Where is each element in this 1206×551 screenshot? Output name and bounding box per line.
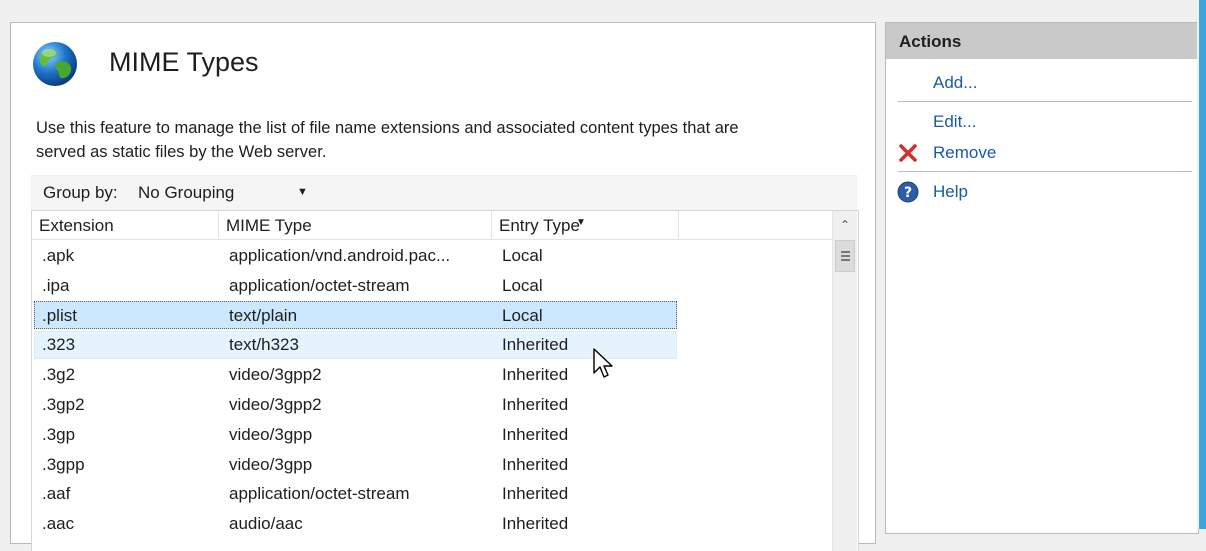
cell-mime-type: application/octet-stream xyxy=(229,275,410,295)
cell-mime-type: application/octet-stream xyxy=(229,484,410,504)
column-header-extension[interactable]: Extension xyxy=(32,211,219,240)
cell-entry-type: Inherited xyxy=(502,424,569,444)
cell-entry-type: Inherited xyxy=(502,335,569,355)
mime-types-table: Extension MIME Type Entry Type ▼ .apk ap… xyxy=(31,210,859,551)
globe-icon xyxy=(33,42,77,86)
cell-extension: .ipa xyxy=(42,275,70,295)
divider xyxy=(898,171,1192,172)
mouse-cursor-icon xyxy=(593,348,613,378)
cell-mime-type: audio/aac xyxy=(229,514,303,534)
table-header: Extension MIME Type Entry Type ▼ xyxy=(32,211,832,240)
cell-mime-type: text/plain xyxy=(229,305,298,325)
scroll-up-icon[interactable]: ⌃ xyxy=(835,215,855,235)
feature-panel: MIME Types Use this feature to manage th… xyxy=(10,22,876,551)
vertical-scrollbar[interactable]: ⌃ xyxy=(832,211,857,551)
description-line-2: served as static files by the Web server… xyxy=(36,143,327,161)
cell-extension: .aaf xyxy=(42,484,71,504)
column-header-label: MIME Type xyxy=(226,216,312,235)
column-header-mime-type[interactable]: MIME Type xyxy=(219,211,492,240)
table-row[interactable]: .aac audio/aac Inherited xyxy=(32,509,832,539)
column-header-entry-type[interactable]: Entry Type ▼ xyxy=(492,211,679,240)
cell-entry-type: Inherited xyxy=(502,454,569,474)
description-line-1: Use this feature to manage the list of f… xyxy=(36,119,739,137)
table-row-selected[interactable]: .plist text/plain Local xyxy=(32,300,832,331)
cell-entry-type: Local xyxy=(502,246,543,265)
column-header-filler xyxy=(679,211,832,240)
column-header-label: Extension xyxy=(39,216,114,235)
help-icon[interactable]: ? xyxy=(897,181,919,203)
table-row[interactable]: .3g2 video/3gpp2 Inherited xyxy=(32,360,832,390)
cell-entry-type: Inherited xyxy=(502,394,569,414)
column-header-label: Entry Type xyxy=(499,216,580,235)
table-row[interactable]: .apk application/vnd.android.pac... Loca… xyxy=(32,241,832,271)
cell-extension: .plist xyxy=(42,305,77,325)
sort-indicator-icon: ▼ xyxy=(576,217,586,228)
divider xyxy=(898,101,1192,102)
cell-extension: .3g2 xyxy=(42,365,76,385)
cell-extension: .apk xyxy=(42,246,75,265)
table-row[interactable]: .3gpp video/3gpp Inherited xyxy=(32,450,832,480)
table-body: .apk application/vnd.android.pac... Loca… xyxy=(32,241,832,539)
group-by-label: Group by: xyxy=(43,183,118,202)
cell-entry-type: Inherited xyxy=(502,484,569,504)
window-edge xyxy=(1199,0,1206,529)
page-title: MIME Types xyxy=(109,47,259,77)
table-row[interactable]: .ipa application/octet-stream Local xyxy=(32,271,832,301)
cell-entry-type: Inherited xyxy=(502,365,569,385)
cell-mime-type: text/h323 xyxy=(229,335,299,355)
cell-mime-type: video/3gpp2 xyxy=(229,394,322,414)
svg-text:?: ? xyxy=(904,185,912,201)
cell-extension: .3gp xyxy=(42,424,76,444)
actions-header: Actions xyxy=(886,23,1198,59)
cell-mime-type: application/vnd.android.pac... xyxy=(229,246,451,265)
cell-entry-type: Inherited xyxy=(502,514,569,534)
feature-description: Use this feature to manage the list of f… xyxy=(36,116,856,164)
cell-entry-type: Local xyxy=(502,305,543,325)
cell-mime-type: video/3gpp xyxy=(229,454,313,474)
cell-mime-type: video/3gpp2 xyxy=(229,365,322,385)
group-by-bar: Group by: No Grouping ▼ xyxy=(31,175,857,210)
table-row[interactable]: .aaf application/octet-stream Inherited xyxy=(32,479,832,509)
add-action-link[interactable]: Add... xyxy=(933,73,977,93)
scrollbar-thumb[interactable] xyxy=(835,240,855,272)
table-row-hovered[interactable]: .323 text/h323 Inherited xyxy=(32,330,832,360)
remove-action-link[interactable]: Remove xyxy=(933,143,996,163)
remove-x-icon[interactable] xyxy=(897,142,919,164)
cell-entry-type: Local xyxy=(502,275,543,295)
table-row[interactable]: .3gp video/3gpp Inherited xyxy=(32,420,832,450)
cell-extension: .323 xyxy=(42,335,76,355)
table-row[interactable]: .3gp2 video/3gpp2 Inherited xyxy=(32,390,832,420)
edit-action-link[interactable]: Edit... xyxy=(933,112,976,132)
cell-extension: .3gpp xyxy=(42,454,85,474)
cell-mime-type: video/3gpp xyxy=(229,424,313,444)
chevron-down-icon[interactable]: ▼ xyxy=(297,186,308,198)
group-by-dropdown[interactable]: No Grouping xyxy=(138,183,234,203)
column-header-label-wrap: Entry Type ▼ xyxy=(499,216,586,235)
cell-extension: .3gp2 xyxy=(42,394,85,414)
cell-extension: .aac xyxy=(42,514,75,534)
actions-pane: Actions Add... Edit... Remove ? Help xyxy=(885,22,1199,534)
help-action-link[interactable]: Help xyxy=(933,182,968,202)
